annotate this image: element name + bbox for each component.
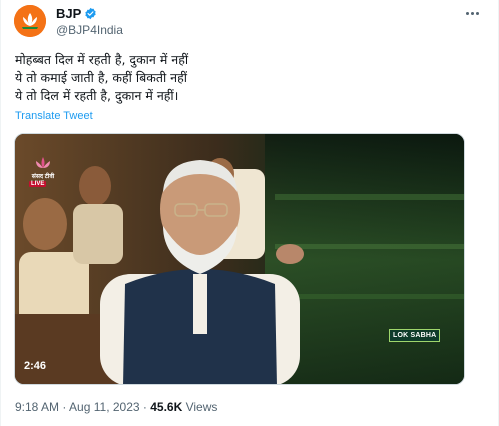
author-display-name[interactable]: BJP xyxy=(56,6,81,21)
dot xyxy=(475,11,479,15)
dot xyxy=(470,11,474,15)
author-avatar[interactable] xyxy=(14,5,46,37)
video-frame xyxy=(15,134,464,384)
more-options-icon[interactable] xyxy=(462,6,482,20)
verified-badge-icon xyxy=(85,7,96,20)
video-duration: 2:46 xyxy=(24,360,47,372)
lotus-emblem-icon xyxy=(36,157,50,168)
views-label: Views xyxy=(182,400,218,414)
author-name-row: BJP xyxy=(56,6,97,21)
lok-sabha-label: LOK SABHA xyxy=(389,329,441,342)
translate-tweet-link[interactable]: Translate Tweet xyxy=(15,110,93,122)
tweet-text-line: ये तो कमाई जाती है, कहीं बिकती नहीं xyxy=(15,70,187,85)
live-badge: LIVE xyxy=(29,181,47,187)
meta-separator: · xyxy=(139,400,151,414)
meta-separator: · xyxy=(59,400,70,414)
channel-name: संसद टीवी xyxy=(31,174,55,180)
tweet-card: BJP @BJP4India मोहब्बत दिल में रहती है, … xyxy=(0,0,499,426)
views-count: 45.6K xyxy=(150,400,183,414)
tweet-time[interactable]: 9:18 AM xyxy=(15,400,59,414)
tweet-meta: 9:18 AM · Aug 11, 2023 · 45.6K Views xyxy=(15,400,217,414)
lotus-logo-icon xyxy=(14,5,46,37)
author-handle[interactable]: @BJP4India xyxy=(56,23,123,37)
video-player[interactable]: संसद टीवी LIVE LOK SABHA 2:46 xyxy=(14,133,465,385)
tweet-text-line: ये तो दिल में रहती है, दुकान में नहीं। xyxy=(15,88,179,103)
tweet-text-line: मोहब्बत दिल में रहती है, दुकान में नहीं xyxy=(15,52,189,67)
tweet-date[interactable]: Aug 11, 2023 xyxy=(69,400,140,414)
tweet-text: मोहब्बत दिल में रहती है, दुकान में नहीं … xyxy=(15,51,475,105)
dot xyxy=(465,11,469,15)
